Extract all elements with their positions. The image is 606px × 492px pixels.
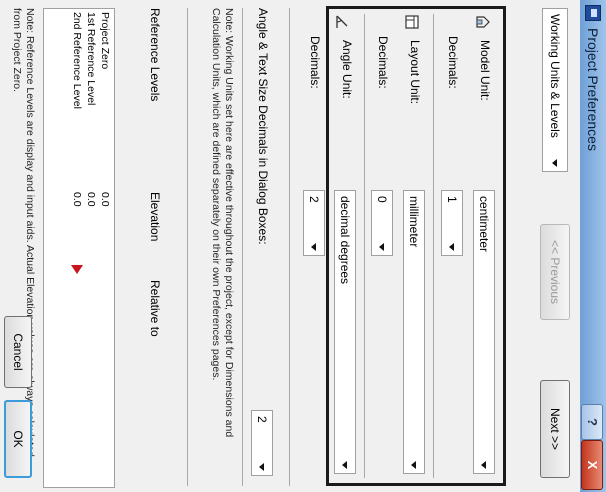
previous-button[interactable]: << Previous (540, 224, 570, 320)
model-decimals-value: 1 (445, 196, 459, 203)
reference-levels-title: Reference Levels (148, 8, 162, 102)
level-name: 2nd Reference Level (71, 12, 83, 109)
divider (364, 14, 365, 478)
model-unit-icon (476, 16, 490, 28)
layout-decimals-label: Decimals: (376, 36, 390, 89)
project-preferences-dialog: Project Preferences ? X Working Units & … (0, 0, 606, 492)
angle-unit-label: Angle Unit: (340, 40, 354, 99)
close-button[interactable]: X (581, 440, 603, 490)
model-unit-dropdown[interactable]: centimeter (473, 190, 495, 474)
level-name: Project Zero (99, 12, 111, 70)
chevron-down-icon (379, 243, 384, 251)
level-marker-icon (71, 265, 83, 274)
app-icon (585, 5, 601, 21)
model-decimals-label: Decimals: (446, 36, 460, 89)
layout-unit-label: Layout Unit: (408, 40, 422, 105)
angle-unit-value: decimal degrees (338, 196, 352, 285)
chevron-down-icon (411, 461, 416, 469)
help-button[interactable]: ? (581, 404, 603, 440)
level-elevation: 0.0 (85, 192, 97, 207)
layout-decimals-value: 0 (375, 196, 389, 203)
model-unit-label: Model Unit: (478, 40, 492, 101)
level-elevation: 0.0 (71, 192, 83, 207)
layout-decimals-dropdown[interactable]: 0 (371, 190, 393, 256)
dialog-decimals-dropdown[interactable]: 2 (251, 410, 273, 476)
angle-decimals-dropdown[interactable]: 2 (303, 190, 325, 256)
cancel-button[interactable]: Cancel (4, 316, 32, 388)
dialog-decimals-label: Angle & Text Size Decimals in Dialog Box… (256, 8, 270, 245)
level-name: 1st Reference Level (85, 12, 97, 106)
relative-to-column-header: Relative to (148, 280, 162, 337)
dialog-body: Working Units & Levels << Previous Next … (0, 0, 580, 492)
layout-unit-dropdown[interactable]: millimeter (403, 190, 425, 474)
divider (187, 8, 188, 486)
level-elevation: 0.0 (99, 192, 111, 207)
angle-unit-dropdown[interactable]: decimal degrees (334, 190, 356, 474)
divider (289, 8, 290, 486)
next-button[interactable]: Next >> (540, 380, 570, 478)
section-dropdown-value: Working Units & Levels (548, 14, 562, 138)
angle-decimals-label: Decimals: (308, 36, 322, 89)
chevron-down-icon (259, 463, 264, 471)
model-unit-value: centimeter (477, 196, 491, 253)
section-dropdown[interactable]: Working Units & Levels (542, 8, 568, 172)
chevron-down-icon (481, 461, 486, 469)
chevron-down-icon (449, 243, 454, 251)
angle-decimals-value: 2 (307, 196, 321, 203)
elevation-column-header: Elevation (148, 192, 162, 242)
ok-button[interactable]: OK (4, 400, 32, 478)
model-decimals-dropdown[interactable]: 1 (441, 190, 463, 256)
divider (242, 8, 243, 486)
chevron-down-icon (311, 243, 316, 251)
divider (433, 14, 434, 478)
angle-unit-icon (336, 15, 348, 28)
dialog-decimals-value: 2 (255, 416, 269, 423)
window-title: Project Preferences (585, 28, 601, 151)
title-bar: Project Preferences ? X (579, 0, 606, 492)
layout-unit-value: millimeter (407, 196, 421, 248)
layout-unit-icon (405, 15, 419, 29)
working-units-note: Note: Working Units set here are effecti… (210, 8, 235, 438)
chevron-down-icon (552, 159, 557, 167)
chevron-down-icon (342, 461, 347, 469)
